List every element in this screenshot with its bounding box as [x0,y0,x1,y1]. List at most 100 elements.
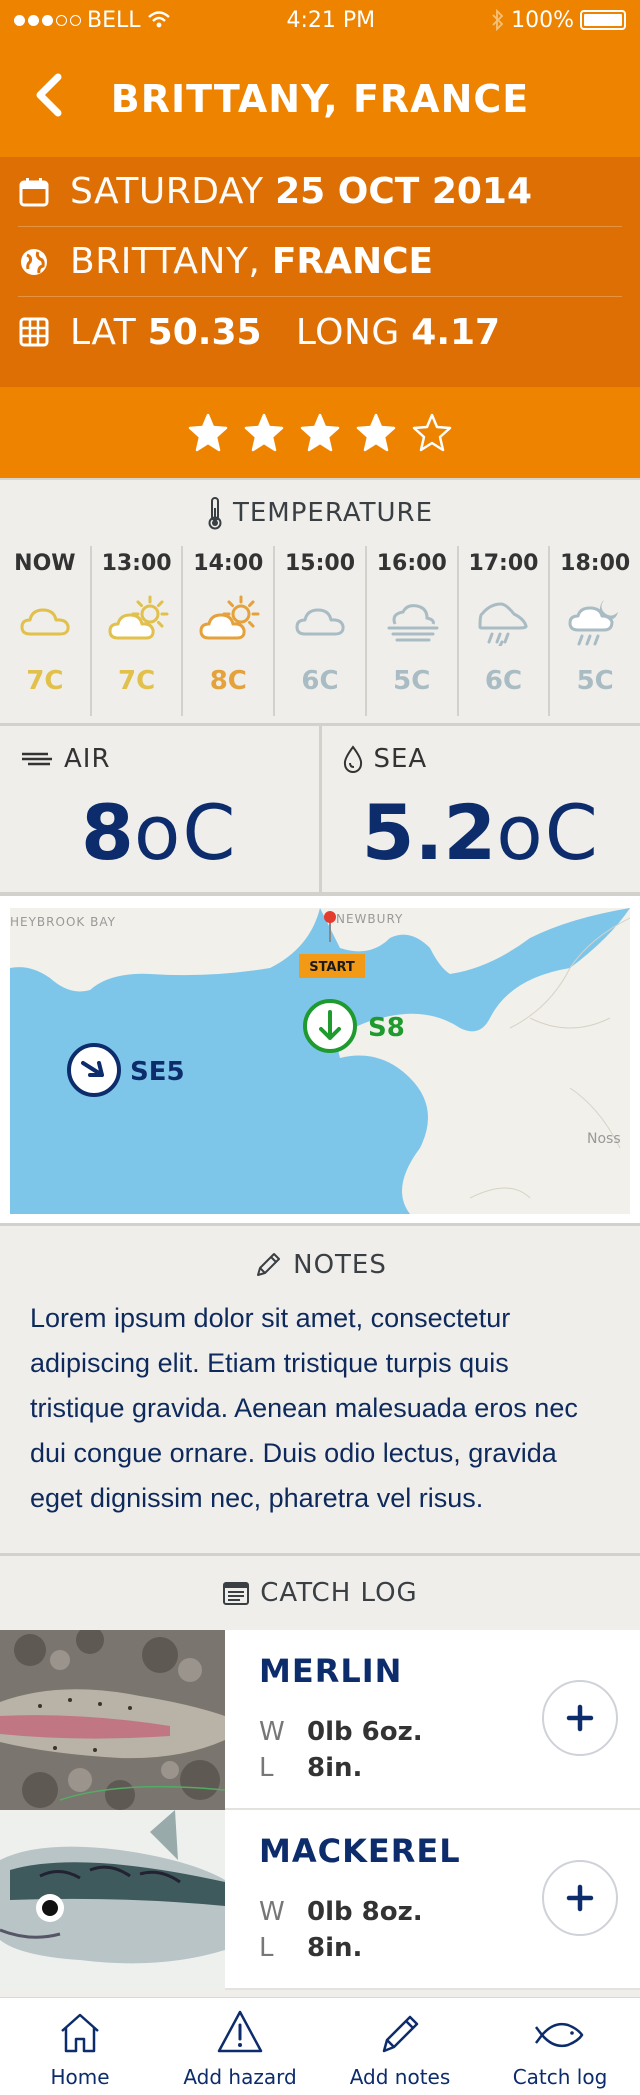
catch-weight: 0lb 8oz. [307,1897,423,1927]
mackerel-photo [0,1810,225,1990]
fog-icon [387,604,439,642]
forecast-time: 14:00 [193,551,264,576]
tab-label: Add notes [349,2065,451,2089]
fish-icon [535,2022,584,2048]
page-title: BRITTANY, FRANCE [110,76,530,121]
forecast-temp: 7C [26,666,64,696]
pencil-icon [257,1253,281,1276]
hazard-icon [217,2010,263,2053]
thermometer-icon [208,497,222,530]
tab-label: Home [50,2065,110,2089]
forecast-time: 15:00 [285,551,356,576]
notes-text: Lorem ipsum dolor sit amet, consectetur … [30,1303,578,1513]
forecast-hour[interactable]: 14:00 8C [183,546,276,716]
status-bar: BELL 4:21 PM 100% [0,0,640,40]
globe-icon [21,248,47,275]
log-icon [223,1582,250,1605]
cloud-icon [20,608,70,636]
rain-moon-icon [568,600,619,646]
forecast-hour[interactable]: 16:00 5C [367,546,459,716]
catch-list: MERLIN W 0lb 6oz. L 8in. MACKEREL W 0lb 8oz… [0,1630,640,1990]
temperature-panel: TEMPERATURE NOW 7C 13:00 7C 14:00 8C 15:00 6C 16… [0,478,640,726]
star-filled-icon[interactable] [355,412,397,454]
star-filled-icon[interactable] [299,412,341,454]
air-temperature: AIR 8oC [0,726,319,892]
catch-item[interactable]: MACKEREL W 0lb 8oz. L 8in. [0,1810,640,1990]
forecast-hour[interactable]: 15:00 6C [275,546,367,716]
add-catch-button[interactable] [542,1860,618,1936]
home-icon [61,2013,99,2053]
catch-item[interactable]: MERLIN W 0lb 6oz. L 8in. [0,1630,640,1810]
star-filled-icon[interactable] [187,412,229,454]
forecast-time: 16:00 [376,551,447,576]
temperature-title: TEMPERATURE [232,498,434,528]
map-canvas: HEYBROOK BAY NEWBURY Noss START SE5 S8 [10,908,630,1214]
forecast-hour[interactable]: NOW 7C [0,546,92,716]
tab-catch-log[interactable]: Catch log [480,1998,640,2095]
tab-add-notes[interactable]: Add notes [320,1998,480,2095]
map[interactable]: HEYBROOK BAY NEWBURY Noss START SE5 S8 [10,908,630,1214]
star-filled-icon[interactable] [243,412,285,454]
sea-temperature: SEA 5.2oC [318,726,640,892]
map-label-noss: Noss [587,1131,621,1147]
catch-name: MACKEREL [259,1832,461,1870]
forecast-time: 13:00 [101,551,172,576]
battery-icon [579,10,626,30]
forecast-temp: 5C [393,666,431,696]
air-sea-panel: AIR 8oC SEA 5.2oC [0,726,640,896]
start-marker[interactable]: START [299,954,365,978]
forecast-time: 18:00 [560,551,631,576]
forecast-hour[interactable]: 13:00 7C [92,546,184,716]
signal-strength-icon [14,14,81,26]
trout-photo [0,1630,225,1810]
notes-panel: NOTES Lorem ipsum dolor sit amet, consec… [0,1226,640,1556]
grid-icon [19,317,49,347]
pencil-icon [382,2015,419,2053]
map-label-bay: HEYBROOK BAY [10,915,116,929]
plus-icon [566,1704,594,1732]
notes-title: NOTES [293,1250,387,1280]
catch-name: MERLIN [259,1652,403,1690]
bluetooth-icon [492,9,504,31]
back-chevron-icon[interactable] [28,67,68,123]
carrier-name: BELL [87,7,141,33]
plus-icon [566,1884,594,1912]
nav-header: BRITTANY, FRANCE [0,40,640,157]
trip-info: SATURDAY 25 OCT 2014 BRITTANY, FRANCE LA… [0,157,640,387]
rain-icon [478,602,529,646]
wifi-icon [147,11,170,28]
add-catch-button[interactable] [542,1680,618,1756]
coords-row: LAT 50.35 LONG 4.17 [18,297,622,367]
catch-log-header: CATCH LOG [0,1556,640,1630]
catch-length: 8in. [307,1933,363,1963]
wind-icon [22,752,52,766]
tab-label: Catch log [512,2065,608,2089]
forecast-time: 17:00 [468,551,539,576]
forecast-temp: 6C [301,666,339,696]
star-empty-icon[interactable] [411,412,453,454]
tab-add-hazard[interactable]: Add hazard [160,1998,320,2095]
water-drop-icon [343,745,362,773]
location-row: BRITTANY, FRANCE [18,227,622,297]
forecast-hour[interactable]: 18:00 5C [550,546,640,716]
catch-length: 8in. [307,1753,363,1783]
map-panel: HEYBROOK BAY NEWBURY Noss START SE5 S8 [0,896,640,1226]
forecast-hour[interactable]: 17:00 6C [459,546,551,716]
cloud-icon [295,608,345,636]
map-label-town: NEWBURY [336,912,403,926]
sun-cloud-icon [199,595,260,640]
svg-text:S8: S8 [368,1013,405,1043]
calendar-icon [19,177,49,206]
svg-text:SE5: SE5 [130,1057,185,1087]
tab-label: Add hazard [183,2065,297,2089]
forecast-temp: 6C [484,666,523,696]
forecast-temp: 8C [209,666,247,696]
catch-log-title: CATCH LOG [260,1578,418,1608]
forecast-temp: 7C [117,666,156,696]
tab-home[interactable]: Home [0,1998,160,2095]
hourly-forecast: NOW 7C 13:00 7C 14:00 8C 15:00 6C 16:00 5C 17:00 6C… [0,546,640,716]
rating-stars [0,387,640,478]
tab-bar: Home Add hazard Add notes Catch log [0,1997,640,2095]
catch-weight: 0lb 6oz. [307,1717,423,1747]
date-row: SATURDAY 25 OCT 2014 [18,157,622,227]
